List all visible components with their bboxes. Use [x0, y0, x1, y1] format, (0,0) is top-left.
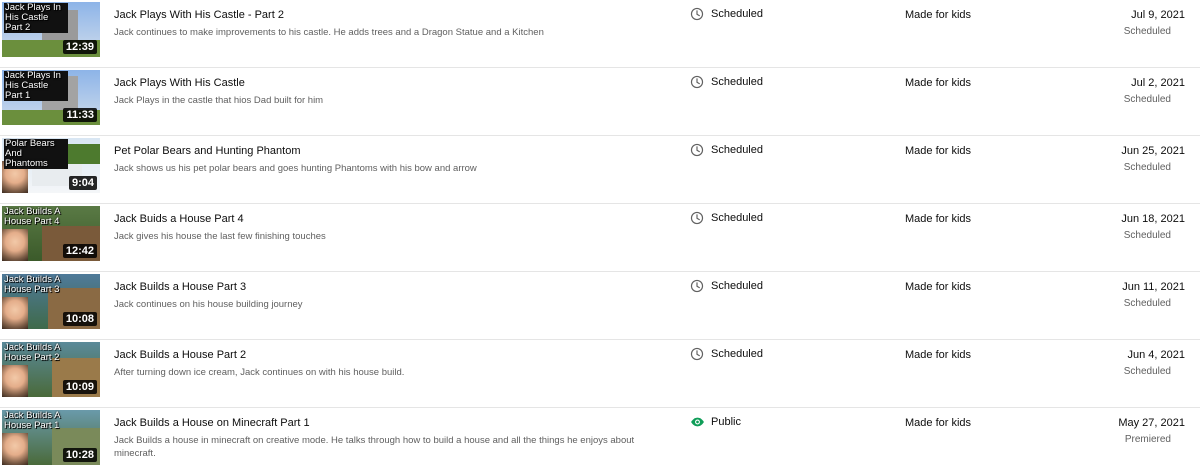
video-row[interactable]: Polar Bears And Phantoms 9:04 Pet Polar …: [0, 136, 1200, 204]
video-description: Jack gives his house the last few finish…: [114, 231, 326, 242]
restrictions-label: Made for kids: [905, 417, 972, 429]
thumbnail-title: Jack Plays In His Castle Part 2: [4, 3, 68, 34]
date-status: Scheduled: [1123, 230, 1171, 241]
video-thumbnail[interactable]: Jack Plays In His Castle Part 1 11:33: [2, 70, 100, 125]
visibility-label: Scheduled: [711, 144, 763, 156]
date-status: Scheduled: [1123, 298, 1171, 309]
date-status: Scheduled: [1123, 366, 1171, 377]
clock-icon: [690, 75, 704, 89]
video-description: After turning down ice cream, Jack conti…: [114, 367, 405, 378]
video-thumbnail[interactable]: Jack Builds A House Part 2 10:09: [2, 342, 100, 397]
thumbnail-face: [2, 229, 28, 261]
video-duration: 10:09: [62, 380, 97, 394]
video-title[interactable]: Pet Polar Bears and Hunting Phantom: [114, 145, 301, 157]
video-date: May 27, 2021: [1118, 417, 1185, 429]
restrictions-label: Made for kids: [905, 213, 972, 225]
video-description: Jack continues to make improvements to h…: [114, 27, 544, 38]
video-date: Jul 2, 2021: [1131, 77, 1185, 89]
video-date: Jul 9, 2021: [1131, 9, 1185, 21]
video-thumbnail[interactable]: Jack Builds A House Part 4 12:42: [2, 206, 100, 261]
video-duration: 10:08: [62, 312, 97, 326]
date-status: Premiered: [1124, 434, 1171, 445]
visibility-label: Scheduled: [711, 76, 763, 88]
clock-icon: [690, 143, 704, 157]
video-title[interactable]: Jack Buids a House Part 4: [114, 213, 244, 225]
restrictions-label: Made for kids: [905, 145, 972, 157]
thumbnail-title: Jack Builds A House Part 3: [4, 274, 60, 295]
visibility-label: Scheduled: [711, 348, 763, 360]
visibility-cell[interactable]: Scheduled: [690, 75, 763, 89]
restrictions-label: Made for kids: [905, 349, 972, 361]
visibility-cell[interactable]: Scheduled: [690, 7, 763, 21]
video-row[interactable]: Jack Builds A House Part 2 10:09 Jack Bu…: [0, 340, 1200, 408]
visibility-label: Public: [711, 416, 741, 428]
thumbnail-face: [2, 365, 28, 397]
eye-icon: [690, 415, 704, 429]
video-title[interactable]: Jack Builds a House Part 2: [114, 349, 246, 361]
thumbnail-title: Jack Builds A House Part 2: [4, 342, 60, 363]
video-description: Jack shows us his pet polar bears and go…: [114, 163, 477, 174]
date-status: Scheduled: [1123, 94, 1171, 105]
thumbnail-title: Jack Builds A House Part 4: [4, 206, 60, 227]
date-status: Scheduled: [1123, 26, 1171, 37]
video-description: Jack Plays in the castle that hios Dad b…: [114, 95, 324, 106]
video-thumbnail[interactable]: Polar Bears And Phantoms 9:04: [2, 138, 100, 193]
video-row[interactable]: Jack Builds A House Part 3 10:08 Jack Bu…: [0, 272, 1200, 340]
video-title[interactable]: Jack Plays With His Castle: [114, 77, 245, 89]
restrictions-label: Made for kids: [905, 9, 972, 21]
video-date: Jun 18, 2021: [1121, 213, 1185, 225]
video-date: Jun 4, 2021: [1127, 349, 1186, 361]
restrictions-label: Made for kids: [905, 281, 972, 293]
visibility-cell[interactable]: Scheduled: [690, 143, 763, 157]
video-duration: 9:04: [68, 176, 97, 190]
thumbnail-face: [2, 297, 28, 329]
video-row[interactable]: Jack Plays In His Castle Part 1 11:33 Ja…: [0, 68, 1200, 136]
visibility-label: Scheduled: [711, 212, 763, 224]
visibility-cell[interactable]: Scheduled: [690, 347, 763, 361]
visibility-cell[interactable]: Scheduled: [690, 211, 763, 225]
video-duration: 12:39: [62, 40, 97, 54]
video-description: Jack continues on his house building jou…: [114, 299, 303, 310]
video-title[interactable]: Jack Builds a House on Minecraft Part 1: [114, 417, 310, 429]
video-description: Jack Builds a house in minecraft on crea…: [114, 435, 635, 459]
video-thumbnail[interactable]: Jack Plays In His Castle Part 2 12:39: [2, 2, 100, 57]
thumbnail-title: Polar Bears And Phantoms: [4, 139, 68, 170]
visibility-label: Scheduled: [711, 280, 763, 292]
visibility-label: Scheduled: [711, 8, 763, 20]
clock-icon: [690, 7, 704, 21]
video-row[interactable]: Jack Builds A House Part 4 12:42 Jack Bu…: [0, 204, 1200, 272]
clock-icon: [690, 347, 704, 361]
video-thumbnail[interactable]: Jack Builds A House Part 1 10:28: [2, 410, 100, 465]
thumbnail-title: Jack Builds A House Part 1: [4, 410, 60, 431]
video-duration: 11:33: [63, 108, 97, 122]
video-date: Jun 11, 2021: [1122, 281, 1185, 293]
visibility-cell[interactable]: Public: [690, 415, 741, 429]
visibility-cell[interactable]: Scheduled: [690, 279, 763, 293]
video-thumbnail[interactable]: Jack Builds A House Part 3 10:08: [2, 274, 100, 329]
video-title[interactable]: Jack Builds a House Part 3: [114, 281, 246, 293]
video-title[interactable]: Jack Plays With His Castle - Part 2: [114, 9, 284, 21]
clock-icon: [690, 279, 704, 293]
date-status: Scheduled: [1123, 162, 1171, 173]
video-row[interactable]: Jack Plays In His Castle Part 2 12:39 Ja…: [0, 0, 1200, 68]
thumbnail-title: Jack Plays In His Castle Part 1: [4, 71, 68, 102]
video-duration: 10:28: [62, 448, 97, 462]
thumbnail-face: [2, 433, 28, 465]
video-duration: 12:42: [62, 244, 97, 258]
clock-icon: [690, 211, 704, 225]
video-row[interactable]: Jack Builds A House Part 1 10:28 Jack Bu…: [0, 408, 1200, 471]
video-date: Jun 25, 2021: [1121, 145, 1185, 157]
restrictions-label: Made for kids: [905, 77, 972, 89]
thumbnail-scenery: [64, 144, 100, 164]
